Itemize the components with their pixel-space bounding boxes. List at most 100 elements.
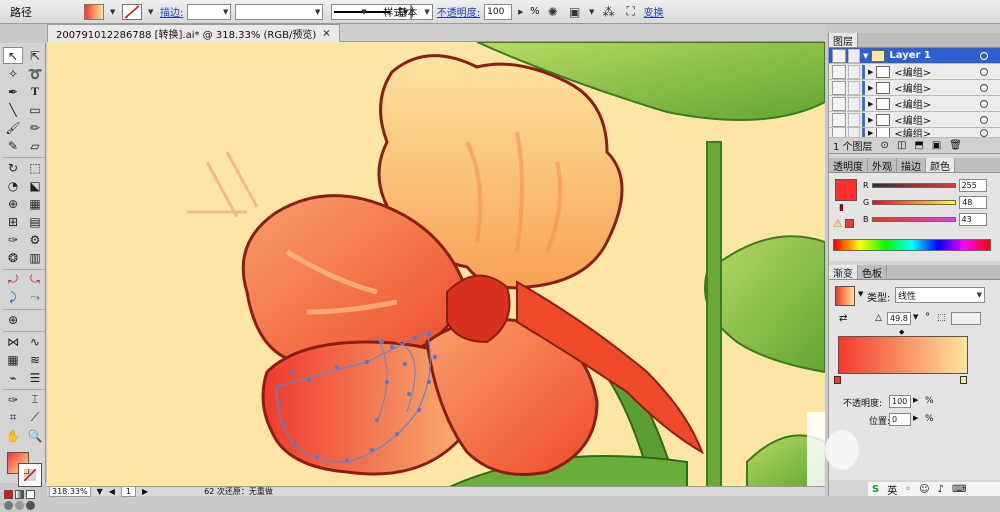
layer-row[interactable]: ▶ <编组> <box>829 96 1000 112</box>
new-sublayer-icon[interactable]: ⬒ <box>914 140 923 151</box>
blob-brush-tool-icon[interactable]: ✎ <box>3 137 23 154</box>
opacity-field[interactable]: 100 <box>484 3 513 20</box>
angle-dropdown-icon[interactable]: ▼ <box>913 313 918 321</box>
transform-link[interactable]: 变换 <box>644 4 664 19</box>
tab-transparency[interactable]: 透明度 <box>829 158 868 173</box>
angle-field[interactable]: 49.8 <box>887 312 911 325</box>
pen-tool-icon[interactable]: ✒ <box>3 83 23 100</box>
tab-gradient[interactable]: 渐变 <box>829 265 858 280</box>
lock-toggle-icon[interactable] <box>848 48 860 63</box>
magic-wand-tool-icon[interactable]: ✧ <box>3 65 23 82</box>
make-clipping-mask-icon[interactable]: ◫ <box>897 140 906 151</box>
stroke-weight-field[interactable]: ▼ <box>187 3 232 20</box>
lock-toggle-icon[interactable] <box>848 80 860 95</box>
free-transform-tool-icon[interactable]: ⬕ <box>25 177 45 194</box>
visibility-toggle-icon[interactable] <box>832 48 846 63</box>
visibility-toggle-icon[interactable] <box>832 112 846 127</box>
delete-layer-icon[interactable]: 🗑 <box>949 140 962 151</box>
column-graph-tool-icon[interactable]: ▥ <box>25 249 45 266</box>
visibility-toggle-icon[interactable] <box>832 64 846 79</box>
none-mode-icon[interactable] <box>26 490 35 499</box>
expand-group-icon[interactable]: ▶ <box>868 68 873 76</box>
mesh-tool-icon[interactable]: ⊞ <box>3 213 23 230</box>
screen-mode-icon[interactable] <box>26 501 35 510</box>
align-dropdown-icon[interactable]: ▼ <box>588 3 596 21</box>
target-circle-icon[interactable] <box>980 83 988 92</box>
knife-icon[interactable]: ⟋ <box>25 409 45 426</box>
variable-width-dropdown[interactable]: ▼ <box>235 3 324 20</box>
blue-value-field[interactable]: 43 <box>958 213 987 226</box>
opacity-link[interactable]: 不透明度: <box>437 4 480 19</box>
pencil-tool-icon[interactable]: ✏ <box>25 119 45 136</box>
tab-swatches[interactable]: 色板 <box>858 265 887 280</box>
current-fill-color[interactable] <box>835 179 857 201</box>
ime-language[interactable]: 英 <box>887 482 897 497</box>
layer-row[interactable]: ▶ <编组> <box>829 80 1000 96</box>
gradient-slider[interactable] <box>838 336 968 374</box>
lock-toggle-icon[interactable] <box>848 112 860 127</box>
target-circle-icon[interactable] <box>980 128 988 137</box>
tab-appearance[interactable]: 外观 <box>868 158 897 173</box>
target-circle-icon[interactable] <box>980 99 988 108</box>
artboard-tool-icon[interactable]: ⤾ <box>3 271 23 288</box>
perspective-select-icon[interactable]: ⋈ <box>3 333 23 350</box>
target-circle-icon[interactable] <box>980 67 988 76</box>
fill-dropdown-arrow[interactable]: ▼ <box>108 4 118 20</box>
gradient-opacity-dropdown-icon[interactable]: ▶ <box>913 396 918 404</box>
selection-tool-icon[interactable]: ↖ <box>3 47 23 64</box>
scale-tool-icon[interactable]: ⬚ <box>25 159 45 176</box>
aspect-ratio-field[interactable] <box>951 312 981 325</box>
expand-group-icon[interactable]: ▶ <box>868 100 873 108</box>
brush-dropdown[interactable]: ▼ <box>359 4 373 20</box>
out-of-gamut-warning-icon[interactable]: ⚠ <box>833 217 843 230</box>
expand-layer-icon[interactable]: ▼ <box>863 52 868 60</box>
measure-icon[interactable]: ⌶ <box>25 391 45 408</box>
lock-toggle-icon[interactable] <box>848 96 860 111</box>
target-circle-icon[interactable] <box>980 115 988 124</box>
shape-builder-tool-icon[interactable]: ⊕ <box>3 195 23 212</box>
layer-row[interactable]: ▶ <编组> <box>829 128 1000 138</box>
gradient-opacity-field[interactable]: 100 <box>889 395 911 408</box>
expand-group-icon[interactable]: ▶ <box>868 116 873 124</box>
width-tool-alt-icon[interactable]: ⤳ <box>25 289 45 306</box>
gradient-location-dropdown-icon[interactable]: ▶ <box>913 414 918 422</box>
fill-swatch[interactable] <box>84 3 104 20</box>
gradient-location-field[interactable]: 0 <box>889 413 911 426</box>
zoom-level[interactable]: 318.33% <box>49 486 91 497</box>
color-spectrum-bar[interactable] <box>833 239 991 251</box>
line-tool-icon[interactable]: ╲ <box>3 101 23 118</box>
target-circle-icon[interactable] <box>980 51 988 60</box>
slice-tool-icon[interactable]: ⤿ <box>25 271 45 288</box>
zoom-dropdown-icon[interactable]: ▼ <box>97 487 103 496</box>
layers-icon[interactable]: ≋ <box>25 351 45 368</box>
fill-stroke-indicator[interactable] <box>3 450 42 488</box>
artboard-canvas[interactable] <box>47 41 826 489</box>
opacity-dropdown[interactable]: ▶ <box>516 4 526 20</box>
tab-color[interactable]: 颜色 <box>926 158 955 173</box>
gradient-type-dropdown[interactable]: 线性 ▼ <box>895 287 985 303</box>
stroke-swatch-large[interactable] <box>18 463 42 487</box>
lock-toggle-icon[interactable] <box>848 128 860 137</box>
gradient-preset-dropdown-icon[interactable]: ▼ <box>858 290 863 298</box>
transform-icon[interactable]: ⛶ <box>622 3 640 21</box>
width-tool-icon[interactable]: ⤸ <box>3 289 23 306</box>
rotate-tool-icon[interactable]: ↻ <box>3 159 23 176</box>
graph-icon[interactable]: ⌁ <box>3 369 23 386</box>
list-icon[interactable]: ☰ <box>25 369 45 386</box>
type-tool-icon[interactable]: T <box>25 83 45 100</box>
stroke-swatch[interactable] <box>122 3 142 20</box>
keyboard-icon[interactable]: ⌨ <box>952 484 966 495</box>
draw-normal-icon[interactable] <box>4 501 13 510</box>
web-safe-swatch[interactable] <box>845 219 854 228</box>
crop-icon[interactable]: ⌗ <box>3 409 23 426</box>
chart-icon[interactable]: ▦ <box>3 351 23 368</box>
stroke-dropdown-arrow[interactable]: ▼ <box>146 4 156 20</box>
emoji-icon[interactable]: ☺ <box>919 484 929 495</box>
gradient-midpoint-icon[interactable]: ◆ <box>899 328 904 336</box>
draw-behind-icon[interactable] <box>15 501 24 510</box>
reverse-gradient-icon[interactable]: ⇄ <box>839 313 847 324</box>
rectangle-tool-icon[interactable]: ▭ <box>25 101 45 118</box>
lock-toggle-icon[interactable] <box>848 64 860 79</box>
expand-group-icon[interactable]: ▶ <box>868 84 873 92</box>
tab-stroke[interactable]: 描边 <box>897 158 926 173</box>
